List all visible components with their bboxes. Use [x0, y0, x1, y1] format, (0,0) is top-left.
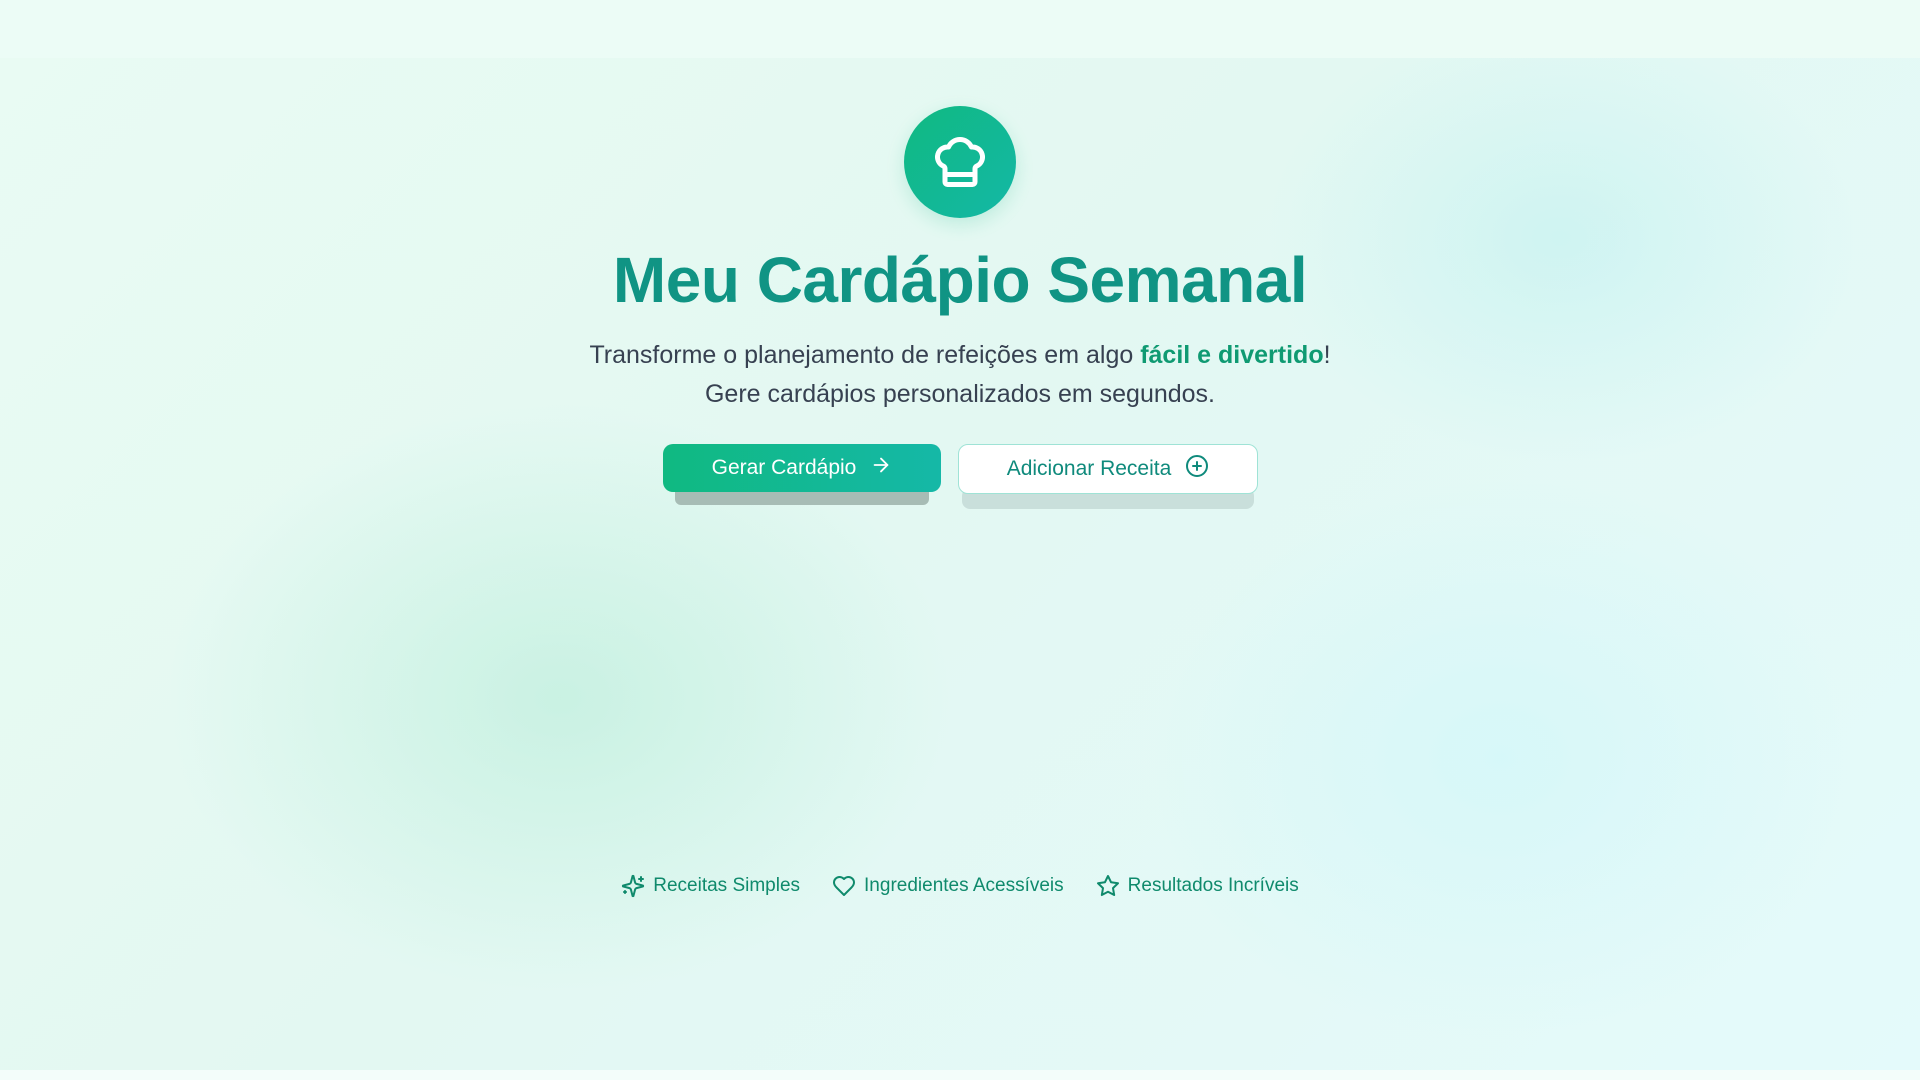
plus-circle-icon — [1185, 454, 1209, 484]
generate-menu-label: Gerar Cardápio — [711, 456, 857, 479]
feature-item: Receitas Simples — [621, 874, 800, 898]
feature-item: Ingredientes Acessíveis — [832, 874, 1064, 898]
page-title: Meu Cardápio Semanal — [612, 244, 1308, 316]
top-bar — [0, 0, 1920, 58]
heart-icon — [832, 874, 856, 898]
chef-hat-icon — [904, 106, 1016, 218]
add-recipe-button[interactable]: Adicionar Receita — [958, 444, 1258, 494]
feature-label: Receitas Simples — [653, 875, 801, 896]
feature-label: Ingredientes Acessíveis — [864, 875, 1064, 896]
add-recipe-label: Adicionar Receita — [1006, 457, 1172, 480]
generate-menu-button[interactable]: Gerar Cardápio — [663, 444, 941, 492]
feature-list: Receitas Simples Ingredientes Acessíveis… — [0, 874, 1920, 898]
feature-item: Resultados Incríveis — [1096, 874, 1299, 898]
subtitle-highlight: fácil e divertido — [1140, 341, 1324, 369]
subtitle-text: Transforme o planejamento de refeições e… — [589, 341, 1141, 369]
subtitle-suffix: ! — [1323, 341, 1331, 369]
star-icon — [1096, 874, 1120, 898]
subtitle-line2: Gere cardápios personalizados em segundo… — [704, 380, 1216, 408]
sparkles-icon — [621, 874, 645, 898]
bottom-bar — [0, 1070, 1920, 1080]
arrow-right-icon — [870, 454, 892, 482]
feature-label: Resultados Incríveis — [1127, 875, 1299, 896]
hero-subtitle: Transforme o planejamento de refeições e… — [0, 336, 1920, 414]
